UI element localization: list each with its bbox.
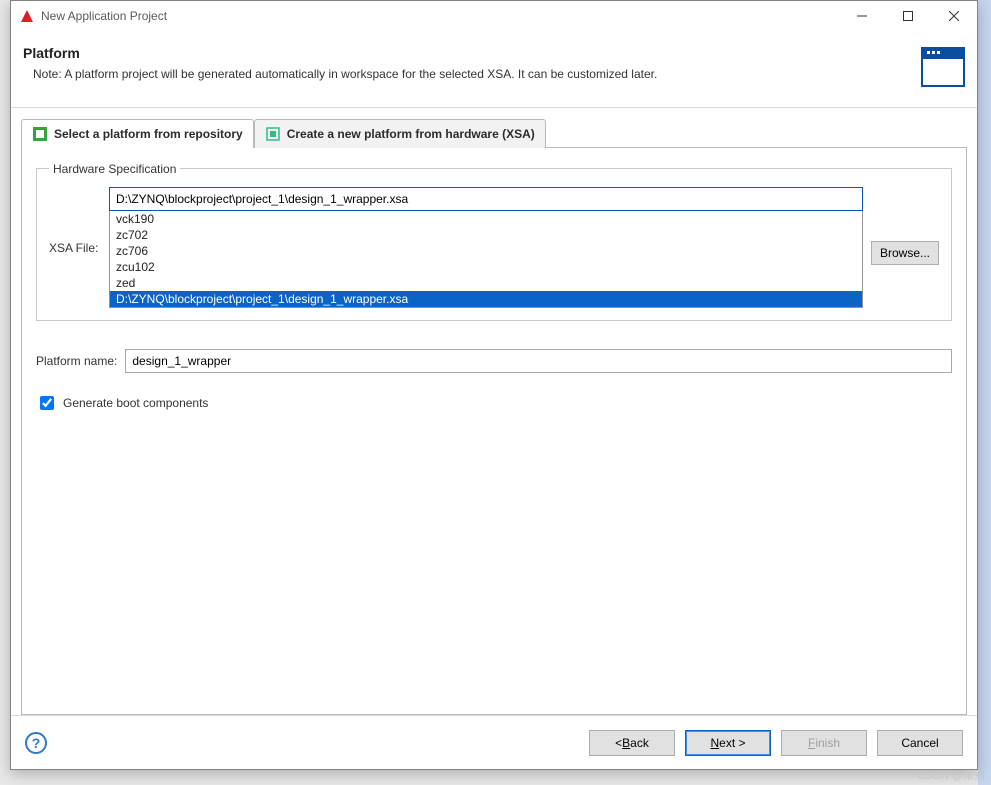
xsa-file-label: XSA File: [49,187,101,255]
finish-button: Finish [781,730,867,756]
xsa-file-input[interactable] [109,187,863,211]
back-button[interactable]: < Back [589,730,675,756]
platform-name-label: Platform name: [36,354,117,368]
tab-xsa-label: Create a new platform from hardware (XSA… [287,127,535,141]
hardware-icon [265,126,281,142]
maximize-button[interactable] [885,1,931,31]
tab-xsa[interactable]: Create a new platform from hardware (XSA… [254,119,546,148]
tab-repository-label: Select a platform from repository [54,127,243,141]
generate-boot-label: Generate boot components [63,396,208,410]
help-button[interactable]: ? [25,732,47,754]
xsa-file-combo[interactable]: vck190zc702zc706zcu102zedD:\ZYNQ\blockpr… [109,187,863,308]
xsa-option[interactable]: vck190 [110,211,862,227]
xsa-option[interactable]: zc702 [110,227,862,243]
generate-boot-row[interactable]: Generate boot components [36,393,952,413]
xsa-option[interactable]: zcu102 [110,259,862,275]
xsa-option[interactable]: zed [110,275,862,291]
hardware-spec-legend: Hardware Specification [49,162,180,176]
wizard-icon [921,47,965,87]
generate-boot-checkbox[interactable] [40,396,54,410]
next-button[interactable]: Next > [685,730,771,756]
cancel-button[interactable]: Cancel [877,730,963,756]
xsa-file-dropdown[interactable]: vck190zc702zc706zcu102zedD:\ZYNQ\blockpr… [109,211,863,308]
platform-icon [32,126,48,142]
tab-panel: Hardware Specification XSA File: vck190z… [21,147,967,715]
browse-button[interactable]: Browse... [871,241,939,265]
xsa-option[interactable]: D:\ZYNQ\blockproject\project_1\design_1_… [110,291,862,307]
app-icon [19,8,35,24]
tab-repository[interactable]: Select a platform from repository [21,119,254,148]
dialog-window: New Application Project Platform Note: A… [10,0,978,770]
footer: ? < Back Next > Finish Cancel [11,715,977,769]
page-title: Platform [23,45,921,61]
content-area: Select a platform from repository Create… [11,108,977,715]
banner: Platform Note: A platform project will b… [11,31,977,108]
platform-name-row: Platform name: [36,349,952,373]
close-button[interactable] [931,1,977,31]
hardware-spec-fieldset: Hardware Specification XSA File: vck190z… [36,168,952,321]
watermark: CSDN @宋别 [918,767,985,783]
background-strip [978,0,991,785]
platform-name-input[interactable] [125,349,952,373]
titlebar[interactable]: New Application Project [11,1,977,31]
tab-bar: Select a platform from repository Create… [21,118,967,148]
page-note: Note: A platform project will be generat… [23,67,921,81]
xsa-option[interactable]: zc706 [110,243,862,259]
minimize-button[interactable] [839,1,885,31]
window-title: New Application Project [41,9,167,23]
